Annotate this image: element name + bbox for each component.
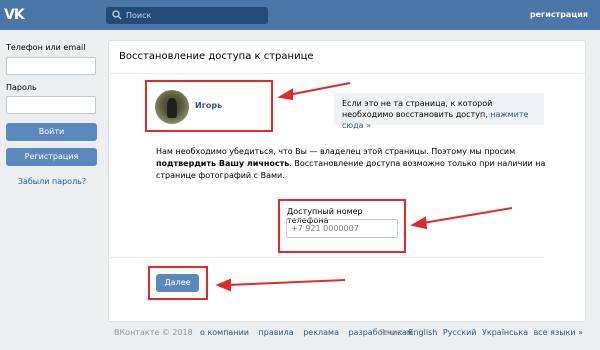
- phone-email-field[interactable]: [6, 57, 96, 75]
- info-text-bold: подтвердить Вашу личность: [156, 159, 290, 168]
- login-button[interactable]: Войти: [6, 123, 97, 141]
- forgot-password-link[interactable]: Забыли пароль?: [0, 177, 104, 186]
- lang-russian[interactable]: Русский: [443, 328, 477, 337]
- copyright: ВКонтакте © 2018: [114, 328, 193, 337]
- next-button[interactable]: Далее: [156, 274, 199, 292]
- not-my-page-notice: Если это не та страница, к которой необх…: [334, 93, 544, 130]
- register-button[interactable]: Регистрация: [6, 148, 97, 166]
- password-label: Пароль: [6, 83, 37, 92]
- lang-ukrainian[interactable]: Українська: [482, 328, 528, 337]
- vk-logo[interactable]: VK: [4, 5, 28, 25]
- divider: [109, 73, 585, 74]
- verification-info: Нам необходимо убедиться, что Вы — владе…: [156, 146, 556, 182]
- footer-link-ads[interactable]: реклама: [303, 328, 339, 337]
- search-box[interactable]: Поиск: [106, 7, 268, 24]
- not-my-page-text: Если это не та страница, к которой необх…: [342, 99, 493, 119]
- login-sidebar: Телефон или email Пароль Войти Регистрац…: [0, 30, 104, 350]
- top-bar: VK Поиск регистрация: [0, 0, 600, 30]
- phone-email-label: Телефон или email: [6, 43, 86, 52]
- password-field[interactable]: [6, 96, 96, 114]
- language-switcher: Язык: English Русский Українська все язы…: [379, 328, 586, 337]
- next-highlight: Далее: [148, 266, 208, 300]
- avatar[interactable]: [155, 90, 189, 124]
- profile-highlight: Игорь: [145, 80, 273, 132]
- lang-english[interactable]: English: [408, 328, 437, 337]
- phone-highlight: Доступный номер телефона +7 921 0000007: [278, 199, 406, 253]
- footer-link-about[interactable]: о компании: [200, 328, 249, 337]
- register-link[interactable]: регистрация: [530, 0, 588, 30]
- lang-all[interactable]: все языки »: [534, 328, 583, 337]
- search-icon: [112, 10, 122, 20]
- footer-link-rules[interactable]: правила: [259, 328, 294, 337]
- language-label: Язык:: [379, 328, 403, 337]
- info-text-start: Нам необходимо убедиться, что Вы — владе…: [156, 147, 516, 156]
- page-title: Восстановление доступа к странице: [119, 51, 314, 62]
- profile-name-link[interactable]: Игорь: [195, 101, 222, 110]
- divider: [108, 257, 544, 258]
- phone-number-input[interactable]: +7 921 0000007: [286, 219, 398, 238]
- search-input[interactable]: Поиск: [126, 7, 151, 24]
- footer: ВКонтакте © 2018 о компании правила рекл…: [0, 328, 600, 342]
